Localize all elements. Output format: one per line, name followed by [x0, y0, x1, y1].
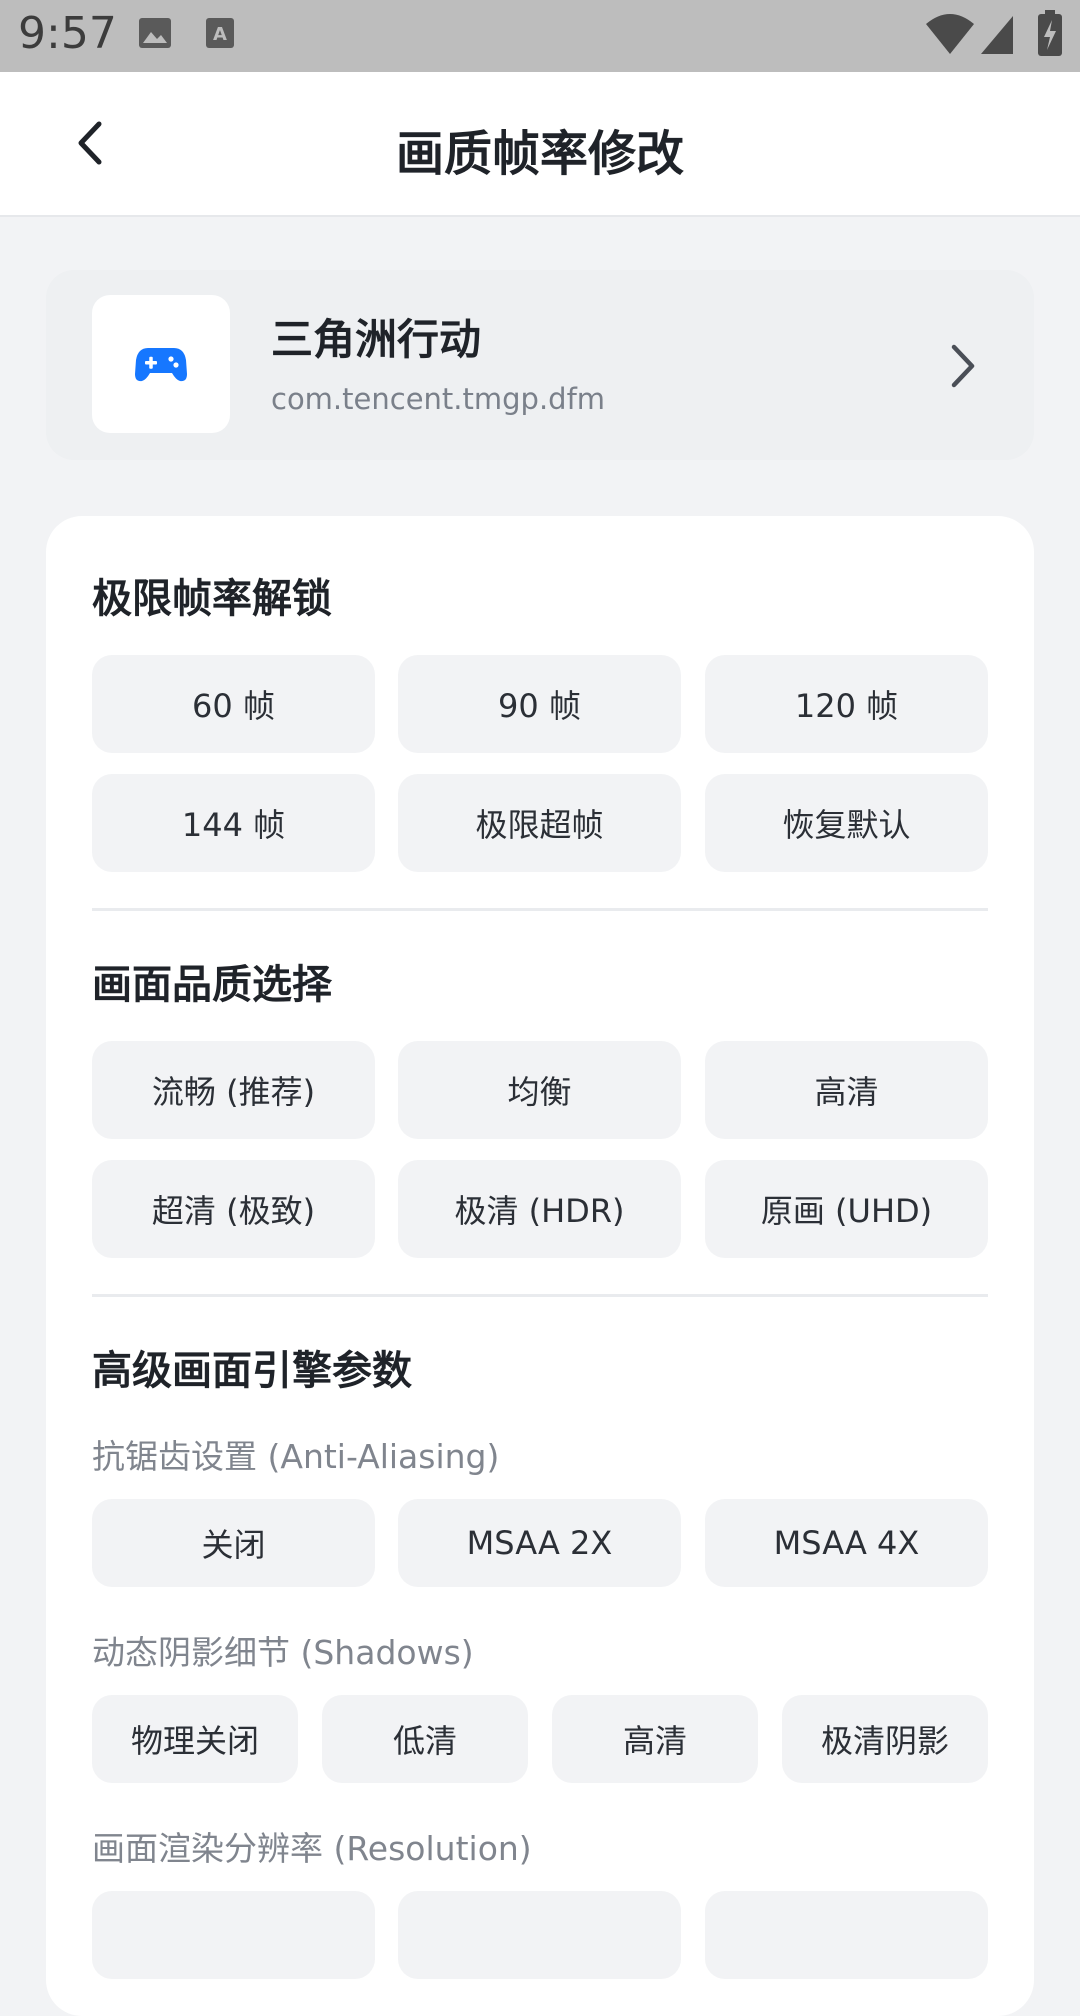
wifi-icon [925, 12, 975, 60]
divider [92, 1294, 988, 1297]
resolution-label: 画面渲染分辨率 (Resolution) [92, 1829, 532, 1868]
section-title-quality: 画面品质选择 [92, 962, 332, 1008]
status-bar: 9:57 A [0, 0, 1080, 72]
section-title-frame-rate: 极限帧率解锁 [92, 576, 332, 622]
chevron-right-icon [940, 336, 984, 396]
restore-default-button[interactable]: 恢复默认 [705, 774, 988, 872]
resolution-option[interactable] [705, 1891, 988, 1979]
anti-aliasing-option[interactable]: 关闭 [92, 1499, 375, 1587]
svg-text:A: A [213, 24, 227, 45]
shadows-option[interactable]: 高清 [552, 1695, 758, 1783]
quality-option[interactable]: 极清 (HDR) [398, 1160, 681, 1258]
resolution-option[interactable] [92, 1891, 375, 1979]
keyboard-a-icon: A [205, 15, 235, 57]
quality-option[interactable]: 高清 [705, 1041, 988, 1139]
signal-icon [979, 12, 1015, 60]
shadows-option[interactable]: 极清阴影 [782, 1695, 988, 1783]
divider [92, 908, 988, 911]
battery-charging-icon [1037, 10, 1063, 60]
page-title: 画质帧率修改 [395, 126, 684, 182]
game-icon-box [92, 295, 230, 433]
section-title-advanced: 高级画面引擎参数 [92, 1348, 412, 1394]
shadows-label: 动态阴影细节 (Shadows) [92, 1633, 474, 1672]
image-icon [138, 15, 172, 57]
quality-option[interactable]: 原画 (UHD) [705, 1160, 988, 1258]
game-name: 三角洲行动 [271, 315, 482, 364]
anti-aliasing-option[interactable]: MSAA 2X [398, 1499, 681, 1587]
game-card[interactable]: 三角洲行动 com.tencent.tmgp.dfm [46, 270, 1034, 460]
settings-panel: 极限帧率解锁 60 帧 90 帧 120 帧 144 帧 极限超帧 恢复默认 画… [46, 516, 1034, 2016]
app-bar: 画质帧率修改 [0, 72, 1080, 217]
shadows-option[interactable]: 低清 [322, 1695, 528, 1783]
frame-rate-option[interactable]: 极限超帧 [398, 774, 681, 872]
anti-aliasing-label: 抗锯齿设置 (Anti-Aliasing) [92, 1437, 500, 1476]
resolution-option[interactable] [398, 1891, 681, 1979]
gamepad-icon [135, 348, 187, 382]
frame-rate-option[interactable]: 144 帧 [92, 774, 375, 872]
quality-option[interactable]: 流畅 (推荐) [92, 1041, 375, 1139]
game-package: com.tencent.tmgp.dfm [271, 382, 606, 416]
quality-option[interactable]: 超清 (极致) [92, 1160, 375, 1258]
frame-rate-option[interactable]: 90 帧 [398, 655, 681, 753]
frame-rate-option[interactable]: 120 帧 [705, 655, 988, 753]
status-time: 9:57 [18, 8, 117, 59]
frame-rate-option[interactable]: 60 帧 [92, 655, 375, 753]
shadows-option[interactable]: 物理关闭 [92, 1695, 298, 1783]
quality-option[interactable]: 均衡 [398, 1041, 681, 1139]
anti-aliasing-option[interactable]: MSAA 4X [705, 1499, 988, 1587]
